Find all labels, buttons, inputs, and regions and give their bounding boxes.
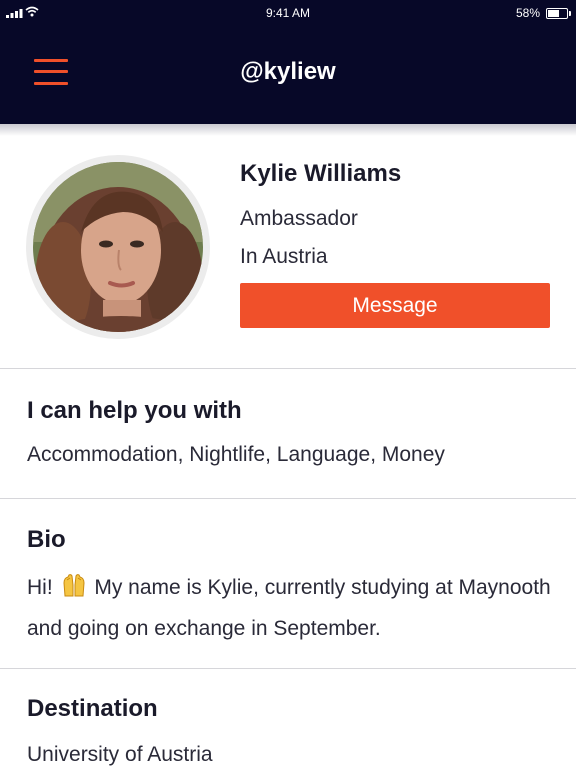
profile-role: Ambassador	[240, 207, 358, 230]
top-navigation-bar: 9:41 AM 58% @kyliew	[0, 0, 576, 124]
bio-text-rest: My name is Kylie, currently studying at …	[27, 576, 551, 640]
help-section-title: I can help you with	[27, 397, 242, 424]
divider	[0, 368, 576, 369]
bio-section-text: Hi! My name is Kylie, currently studying…	[27, 567, 567, 649]
page-title: @kyliew	[240, 58, 336, 85]
avatar[interactable]	[33, 162, 203, 332]
divider	[0, 668, 576, 669]
status-bar: 9:41 AM 58%	[0, 0, 576, 26]
profile-name: Kylie Williams	[240, 160, 402, 187]
raised-hands-emoji-icon	[63, 574, 85, 597]
battery-percentage: 58%	[515, 6, 540, 20]
destination-section-title: Destination	[27, 695, 158, 722]
profile-location: In Austria	[240, 245, 328, 268]
battery-icon	[546, 8, 571, 19]
status-time: 9:41 AM	[265, 6, 311, 20]
message-button[interactable]: Message	[240, 283, 550, 328]
destination-section-text: University of Austria	[27, 743, 213, 766]
divider	[0, 498, 576, 499]
bio-section-title: Bio	[27, 526, 66, 553]
bio-text-start: Hi!	[27, 576, 53, 599]
help-section-text: Accommodation, Nightlife, Language, Mone…	[27, 443, 445, 466]
header-shadow	[0, 124, 576, 136]
